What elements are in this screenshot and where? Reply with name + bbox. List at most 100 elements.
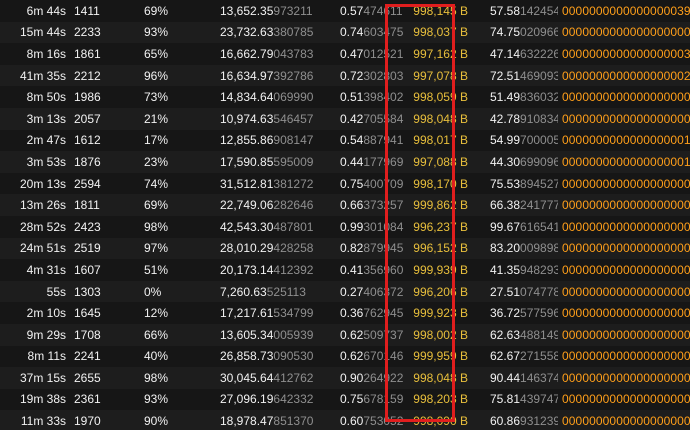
hash-cell[interactable]: 0000000000000000002e871af8 bbox=[558, 65, 690, 87]
percent-cell: 0% bbox=[144, 284, 162, 299]
count-cell: 1645 bbox=[74, 306, 101, 321]
duration-cell: 9m 29s bbox=[26, 327, 66, 342]
hash-cell[interactable]: 000000000000000000004ab80142 bbox=[558, 324, 690, 346]
percent-value-main: 54.99 bbox=[490, 133, 521, 148]
hash-cell[interactable]: 00000000000000000000335b92de bbox=[558, 238, 690, 260]
hash-cell[interactable]: 0000000000000000001e110d82 bbox=[558, 151, 690, 173]
table-row[interactable]: 37m 15s 2655 98% 30,045.64412762 0.90264922 9… bbox=[0, 367, 690, 389]
value-main: 13,605.34 bbox=[220, 327, 274, 342]
count-cell: 1411 bbox=[74, 3, 100, 18]
percent-value-main: 83.20 bbox=[490, 241, 521, 256]
percent-value-fraction: 469093 bbox=[520, 68, 558, 83]
ratio-fraction: 012521 bbox=[363, 46, 404, 61]
hash-cell[interactable]: 00000000000000000000cfe64b05 bbox=[558, 194, 690, 216]
ratio-cell: 0.62670146 bbox=[336, 346, 404, 368]
hash-cell[interactable]: 0000000000000000039c4511a bbox=[558, 0, 690, 22]
hash-cell[interactable]: 00000000000000000001bc9a4e8 bbox=[558, 22, 690, 44]
percent-value-cell: 44.30699096 bbox=[486, 151, 558, 173]
percent-value-cell: 74.75020966 bbox=[486, 22, 558, 44]
table-row[interactable]: 55s 1303 0% 7,260.63525113 0.27406372 996,206… bbox=[0, 280, 690, 303]
table-row[interactable]: 41m 35s 2212 96% 16,634.97392786 0.72302803 9… bbox=[0, 64, 690, 87]
ratio-main: 0.72 bbox=[340, 68, 364, 83]
value-fraction: 595009 bbox=[273, 154, 314, 169]
hash-cell[interactable]: 000000000000000000307fae5b bbox=[558, 43, 690, 65]
percent-value-fraction: 439747 bbox=[520, 392, 558, 407]
count-cell: 1612 bbox=[74, 133, 101, 148]
percent-value-cell: 62.63488149 bbox=[486, 324, 558, 346]
hash-cell[interactable]: 0000000000000000000181668a2 bbox=[558, 173, 690, 195]
hash-cell[interactable]: 00000000000000000001ae7eee9 bbox=[558, 389, 690, 411]
table-row[interactable]: 11m 33s 1970 90% 18,978.47851370 0.60753052 9… bbox=[0, 410, 690, 430]
hash-cell[interactable]: 0000000000000000000033972dcf bbox=[558, 410, 690, 430]
ratio-cell: 0.82879945 bbox=[336, 238, 404, 260]
value-cell: 12,855.86908147 bbox=[214, 130, 336, 152]
hash-cell[interactable]: 00000000000000000000413c967e bbox=[558, 346, 690, 368]
ratio-fraction: 879945 bbox=[363, 241, 404, 256]
percent-value-fraction: 632226 bbox=[520, 46, 558, 61]
percent-value-main: 27.51 bbox=[490, 284, 521, 299]
percent-value-fraction: 616541 bbox=[520, 219, 558, 234]
value-fraction: 908147 bbox=[273, 133, 314, 148]
percent-cell: 93% bbox=[144, 25, 169, 40]
count-cell: 1970 bbox=[74, 414, 101, 429]
percent-value-cell: 27.51074778 bbox=[486, 281, 558, 303]
table-row[interactable]: 15m 44s 2233 93% 23,732.63380785 0.74603475 9… bbox=[0, 21, 690, 44]
hash-cell[interactable]: 0000000000000000000042e356c bbox=[558, 367, 690, 389]
hash-cell[interactable]: 000000000000000000043ecd7f8 bbox=[558, 86, 690, 108]
bytes-cell: 997,078 B bbox=[413, 68, 468, 83]
table-row[interactable]: 19m 38s 2361 93% 27,096.19642332 0.75678159 9… bbox=[0, 388, 690, 411]
percent-cell: 51% bbox=[144, 262, 169, 277]
ratio-fraction: 887941 bbox=[363, 133, 404, 148]
table-row[interactable]: 8m 16s 1861 65% 16,662.79043783 0.47012521 99… bbox=[0, 43, 690, 65]
ratio-fraction: 373257 bbox=[363, 198, 404, 213]
value-fraction: 546457 bbox=[273, 111, 314, 126]
hash-cell[interactable]: 000000000000000000040040c4c0 bbox=[558, 281, 690, 303]
table-row[interactable]: 8m 50s 1986 73% 14,834.64069990 0.51398402 99… bbox=[0, 86, 690, 108]
duration-cell: 2m 47s bbox=[26, 133, 66, 148]
table-row[interactable]: 24m 51s 2519 97% 28,010.29428258 0.82879945 9… bbox=[0, 237, 690, 260]
ratio-main: 0.90 bbox=[340, 370, 364, 385]
percent-cell: 98% bbox=[144, 219, 169, 234]
blocks-table: 6m 44s 1411 69% 13,652.35973211 0.57474611 99… bbox=[0, 0, 690, 430]
table-row[interactable]: 13m 26s 1811 69% 22,749.06282646 0.66373257 9… bbox=[0, 194, 690, 216]
value-fraction: 380785 bbox=[273, 25, 314, 40]
count-cell: 1861 bbox=[74, 46, 101, 61]
ratio-cell: 0.41356960 bbox=[336, 259, 404, 281]
table-row[interactable]: 2m 10s 1645 12% 17,217.61534799 0.36762945 99… bbox=[0, 302, 690, 324]
hash-cell[interactable]: 000000000000000000004d97be22 bbox=[558, 108, 690, 130]
ratio-cell: 0.42705584 bbox=[336, 108, 404, 130]
hash-cell[interactable]: 00000000000000000000720e15a bbox=[558, 216, 690, 238]
ratio-cell: 0.62509737 bbox=[336, 324, 404, 346]
ratio-main: 0.54 bbox=[340, 133, 364, 148]
percent-value-cell: 75.81439747 bbox=[486, 389, 558, 411]
hash-cell[interactable]: 00000000000000000000f55929d bbox=[558, 302, 690, 324]
duration-cell: 15m 44s bbox=[19, 25, 66, 40]
table-row[interactable]: 6m 44s 1411 69% 13,652.35973211 0.57474611 99… bbox=[0, 0, 690, 22]
value-main: 17,590.85 bbox=[220, 154, 274, 169]
table-row[interactable]: 2m 47s 1612 17% 12,855.86908147 0.54887941 99… bbox=[0, 129, 690, 152]
count-cell: 2361 bbox=[74, 392, 101, 407]
count-cell: 1708 bbox=[74, 327, 101, 342]
value-cell: 17,217.61534799 bbox=[214, 302, 336, 324]
table-row[interactable]: 8m 11s 2241 40% 26,858.73090530 0.62670146 99… bbox=[0, 345, 690, 368]
table-row[interactable]: 4m 31s 1607 51% 20,173.14412392 0.41356960 99… bbox=[0, 259, 690, 281]
percent-value-cell: 51.49836032 bbox=[486, 86, 558, 108]
duration-cell: 41m 35s bbox=[19, 68, 66, 83]
ratio-cell: 0.99301084 bbox=[336, 216, 404, 238]
table-row[interactable]: 20m 13s 2594 74% 31,512.81381272 0.75400709 9… bbox=[0, 172, 690, 195]
value-main: 12,855.86 bbox=[220, 133, 274, 148]
bytes-cell: 997,162 B bbox=[413, 46, 468, 61]
hash-cell[interactable]: 0000000000000000001662d98f9 bbox=[558, 130, 690, 152]
hash-cell[interactable]: 00000000000000000000252012ad bbox=[558, 259, 690, 281]
bytes-cell: 998,090 B bbox=[413, 414, 468, 429]
percent-cell: 69% bbox=[144, 3, 169, 18]
table-row[interactable]: 9m 29s 1708 66% 13,605.34005939 0.62509737 99… bbox=[0, 323, 690, 346]
percent-value-cell: 36.72577596 bbox=[486, 302, 558, 324]
percent-cell: 66% bbox=[144, 327, 169, 342]
table-row[interactable]: 3m 53s 1876 23% 17,590.85595009 0.44177969 99… bbox=[0, 151, 690, 173]
table-row[interactable]: 28m 52s 2423 98% 42,543.30487801 0.99301084 9… bbox=[0, 215, 690, 238]
ratio-main: 0.66 bbox=[340, 198, 364, 213]
duration-cell: 3m 13s bbox=[26, 111, 66, 126]
percent-cell: 65% bbox=[144, 46, 169, 61]
table-row[interactable]: 3m 13s 2057 21% 10,974.63546457 0.42705584 99… bbox=[0, 107, 690, 130]
